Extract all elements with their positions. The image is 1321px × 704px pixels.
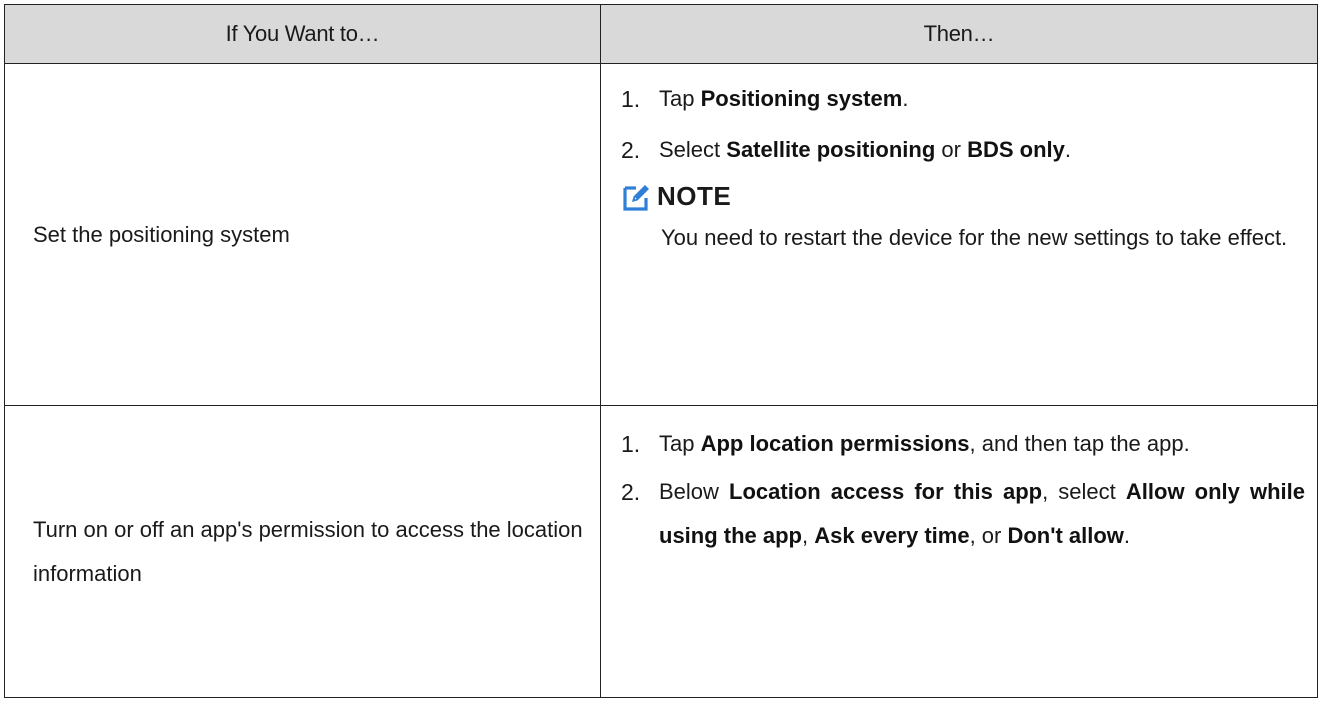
- step-number: 1.: [621, 86, 641, 112]
- step-item: 2. Select Satellite positioning or BDS o…: [621, 129, 1305, 171]
- row-steps: 1. Tap App location permissions, and the…: [600, 405, 1318, 698]
- step-text-plain: Below: [659, 479, 730, 504]
- step-text: Tap App location permissions, and then t…: [659, 422, 1305, 466]
- ui-term: Location access for this app: [729, 479, 1043, 504]
- table-header-row: If You Want to… Then…: [4, 4, 1318, 64]
- step-number: 2.: [621, 479, 641, 505]
- step-text: Below Location access for this app, sele…: [659, 470, 1305, 558]
- note-text: You need to restart the device for the n…: [661, 225, 1288, 250]
- step-text: Tap Positioning system.: [659, 78, 1305, 120]
- step-text-plain: Tap: [659, 86, 701, 111]
- ui-term: App location permissions: [700, 431, 970, 456]
- step-number: 2.: [621, 137, 641, 163]
- table-row: Set the positioning system 1. Tap Positi…: [4, 63, 1318, 406]
- step-text-plain: .: [902, 86, 909, 111]
- row-steps: 1. Tap Positioning system. 2. Select Sat…: [600, 63, 1318, 406]
- step-number: 1.: [621, 431, 641, 457]
- step-text-plain: Select: [659, 137, 727, 162]
- step-text-plain: , select: [1042, 479, 1126, 504]
- row-action: Set the positioning system: [4, 63, 601, 406]
- step-text-plain: , and then tap the app.: [969, 431, 1190, 456]
- step-text: Select Satellite positioning or BDS only…: [659, 129, 1305, 171]
- ui-term: Positioning system: [700, 86, 903, 111]
- step-text-plain: Tap: [659, 431, 701, 456]
- header-then: Then…: [600, 4, 1318, 64]
- ui-term: BDS only: [967, 137, 1065, 162]
- pencil-edit-icon: [623, 184, 649, 211]
- header-if-you-want-to: If You Want to…: [4, 4, 601, 64]
- step-text-plain: ,: [802, 523, 815, 548]
- ui-term: Satellite positioning: [726, 137, 936, 162]
- note-title: NOTE: [657, 181, 732, 211]
- ui-term: Ask every time: [814, 523, 970, 548]
- step-item: 1. Tap Positioning system.: [621, 78, 1305, 120]
- row-action: Turn on or off an app's permission to ac…: [4, 405, 601, 698]
- step-item: 1. Tap App location permissions, and the…: [621, 422, 1305, 466]
- step-text-plain: .: [1123, 523, 1131, 548]
- step-item: 2. Below Location access for this app, s…: [621, 470, 1305, 558]
- step-text-plain: or: [935, 137, 968, 162]
- step-text-plain: .: [1064, 137, 1071, 162]
- table-row: Turn on or off an app's permission to ac…: [4, 405, 1318, 698]
- note-heading: NOTE: [621, 181, 1305, 212]
- instruction-table: If You Want to… Then… Set the positionin…: [4, 4, 1318, 698]
- ui-term: Don't allow: [1007, 523, 1124, 548]
- step-text-plain: , or: [969, 523, 1008, 548]
